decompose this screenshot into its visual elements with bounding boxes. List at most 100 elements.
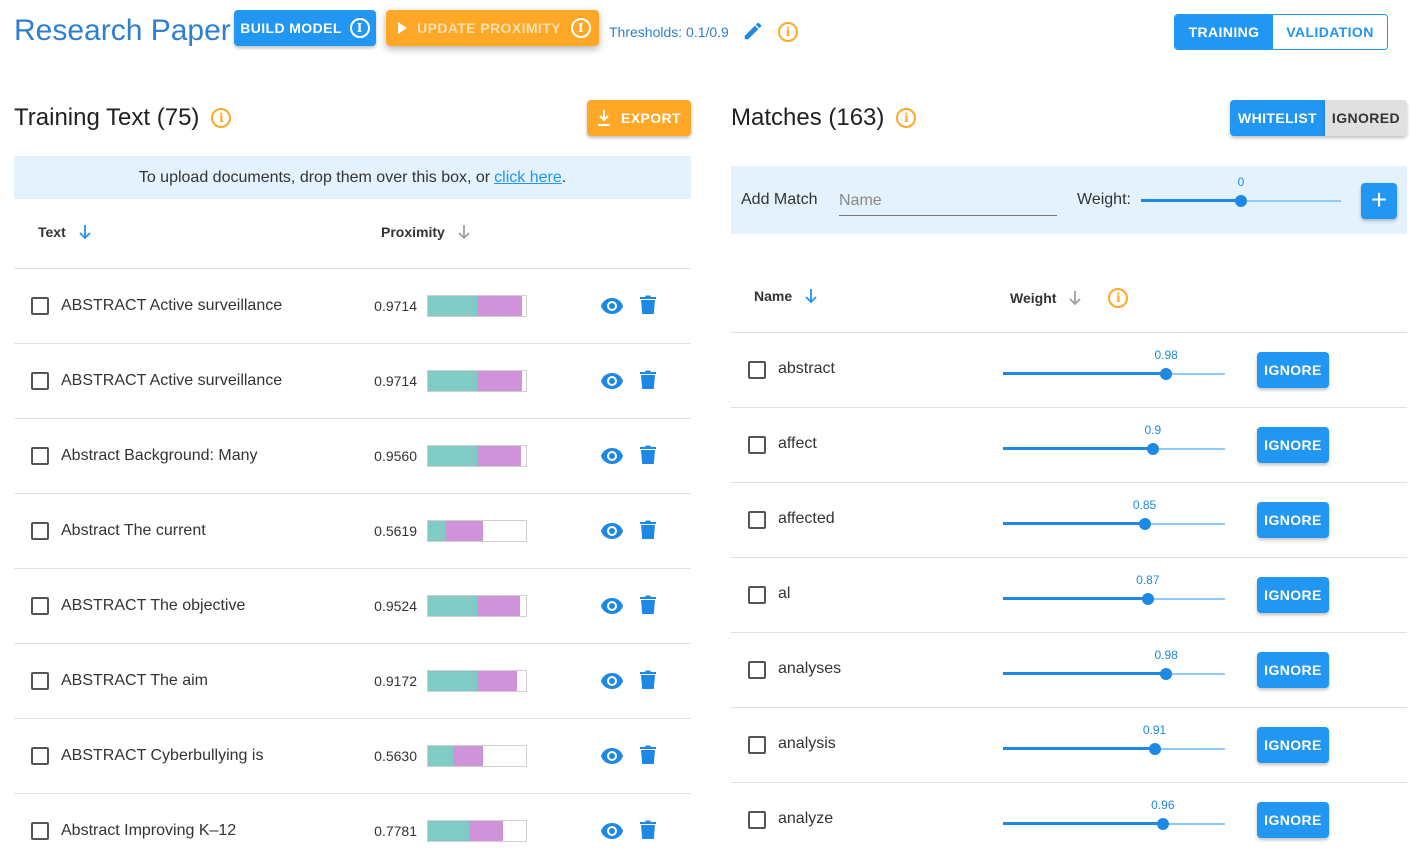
row-checkbox[interactable] <box>748 736 766 754</box>
eye-icon[interactable] <box>600 596 624 616</box>
slider-thumb[interactable] <box>1148 743 1161 755</box>
upload-dropzone[interactable]: To upload documents, drop them over this… <box>14 156 691 199</box>
weight-slider[interactable]: 0.87 <box>1003 573 1225 609</box>
slider-fill <box>1003 747 1155 750</box>
info-icon[interactable]: i <box>778 22 798 42</box>
ignore-button[interactable]: IGNORE <box>1257 577 1329 613</box>
table-row[interactable]: ABSTRACT Active surveillance 0.9714 <box>14 268 691 343</box>
list-item[interactable]: abstract 0.98 IGNORE <box>731 332 1407 407</box>
trash-icon[interactable] <box>640 670 656 690</box>
slider-thumb[interactable] <box>1160 368 1173 380</box>
list-item[interactable]: analyze 0.96 IGNORE <box>731 782 1407 852</box>
ignore-button[interactable]: IGNORE <box>1257 652 1329 688</box>
upload-link[interactable]: click here <box>494 169 562 187</box>
list-item[interactable]: affected 0.85 IGNORE <box>731 482 1407 557</box>
slider-value: 0.98 <box>1154 348 1178 362</box>
row-checkbox[interactable] <box>748 586 766 604</box>
trash-icon[interactable] <box>640 295 656 315</box>
row-checkbox[interactable] <box>31 447 49 465</box>
new-weight-slider[interactable]: 0 <box>1141 175 1341 211</box>
table-row[interactable]: ABSTRACT Cyberbullying is 0.5630 <box>14 718 691 793</box>
info-icon[interactable]: i <box>1108 288 1129 308</box>
eye-icon[interactable] <box>600 371 624 391</box>
eye-icon[interactable] <box>600 821 624 841</box>
table-row[interactable]: Abstract Background: Many 0.9560 <box>14 418 691 493</box>
ignore-button[interactable]: IGNORE <box>1257 802 1329 838</box>
row-checkbox[interactable] <box>748 811 766 829</box>
ignore-button[interactable]: IGNORE <box>1257 352 1329 388</box>
trash-icon[interactable] <box>640 820 656 840</box>
weight-slider[interactable]: 0.91 <box>1003 723 1225 759</box>
whitelist-button[interactable]: WHITELIST <box>1230 100 1325 136</box>
ignore-button[interactable]: IGNORE <box>1257 727 1329 763</box>
row-checkbox[interactable] <box>31 297 49 315</box>
trash-icon[interactable] <box>640 745 656 765</box>
slider-thumb[interactable] <box>1141 593 1154 605</box>
trash-icon[interactable] <box>640 520 656 540</box>
proximity-bar-purple <box>469 821 504 841</box>
row-checkbox[interactable] <box>748 511 766 529</box>
row-checkbox[interactable] <box>31 672 49 690</box>
slider-thumb[interactable] <box>1138 518 1151 530</box>
trash-icon[interactable] <box>640 445 656 465</box>
update-proximity-button[interactable]: UPDATE PROXIMITY i <box>386 10 599 46</box>
tab-training[interactable]: TRAINING <box>1175 15 1273 49</box>
list-item[interactable]: affect 0.9 IGNORE <box>731 407 1407 482</box>
weight-slider[interactable]: 0.98 <box>1003 648 1225 684</box>
weight-slider[interactable]: 0.9 <box>1003 423 1225 459</box>
table-row[interactable]: Abstract Improving K–12 0.7781 <box>14 793 691 852</box>
trash-icon[interactable] <box>640 595 656 615</box>
row-checkbox[interactable] <box>31 822 49 840</box>
slider-thumb[interactable] <box>1160 668 1173 680</box>
trash-icon[interactable] <box>640 370 656 390</box>
row-checkbox[interactable] <box>748 436 766 454</box>
column-header-name[interactable]: Name <box>754 288 818 304</box>
row-text: ABSTRACT Cyberbullying is <box>61 747 264 764</box>
row-checkbox[interactable] <box>31 747 49 765</box>
add-match-button[interactable]: + <box>1361 183 1397 219</box>
column-header-weight[interactable]: Weight i <box>1010 288 1129 308</box>
list-item[interactable]: al 0.87 IGNORE <box>731 557 1407 632</box>
row-checkbox[interactable] <box>31 372 49 390</box>
proximity-bar-purple <box>453 746 483 766</box>
eye-icon[interactable] <box>600 746 624 766</box>
weight-slider[interactable]: 0.85 <box>1003 498 1225 534</box>
match-name-input[interactable] <box>839 186 1057 216</box>
build-model-button[interactable]: BUILD MODEL i <box>234 10 376 46</box>
eye-icon[interactable] <box>600 446 624 466</box>
eye-icon[interactable] <box>600 671 624 691</box>
table-row[interactable]: ABSTRACT The aim 0.9172 <box>14 643 691 718</box>
table-row[interactable]: ABSTRACT The objective 0.9524 <box>14 568 691 643</box>
row-checkbox[interactable] <box>748 361 766 379</box>
eye-icon[interactable] <box>600 521 624 541</box>
tab-validation[interactable]: VALIDATION <box>1273 15 1387 49</box>
weight-slider[interactable]: 0.96 <box>1003 798 1225 834</box>
list-item[interactable]: analyses 0.98 IGNORE <box>731 632 1407 707</box>
info-icon[interactable]: i <box>896 108 917 128</box>
slider-thumb[interactable] <box>1146 443 1159 455</box>
slider-thumb[interactable] <box>1235 195 1247 207</box>
row-checkbox[interactable] <box>748 661 766 679</box>
table-row[interactable]: ABSTRACT Active surveillance 0.9714 <box>14 343 691 418</box>
row-checkbox[interactable] <box>31 597 49 615</box>
sort-arrow-icon <box>805 289 817 304</box>
pencil-icon[interactable] <box>742 20 764 42</box>
column-header-text[interactable]: Text <box>38 224 92 240</box>
sort-arrow-icon <box>79 225 91 240</box>
eye-icon[interactable] <box>600 296 624 316</box>
row-checkbox[interactable] <box>31 522 49 540</box>
ignore-button[interactable]: IGNORE <box>1257 427 1329 463</box>
list-item[interactable]: analysis 0.91 IGNORE <box>731 707 1407 782</box>
export-button[interactable]: EXPORT <box>587 100 691 136</box>
slider-thumb[interactable] <box>1156 818 1169 830</box>
ignore-button[interactable]: IGNORE <box>1257 502 1329 538</box>
slider-fill <box>1003 372 1167 375</box>
column-header-proximity[interactable]: Proximity <box>381 224 471 240</box>
weight-slider[interactable]: 0.98 <box>1003 348 1225 384</box>
add-match-label: Add Match <box>741 191 818 208</box>
proximity-value: 0.9524 <box>374 598 417 614</box>
table-row[interactable]: Abstract The current 0.5619 <box>14 493 691 568</box>
slider-value: 0.85 <box>1132 498 1157 512</box>
info-icon[interactable]: i <box>211 108 232 128</box>
ignored-button[interactable]: IGNORED <box>1325 100 1407 136</box>
